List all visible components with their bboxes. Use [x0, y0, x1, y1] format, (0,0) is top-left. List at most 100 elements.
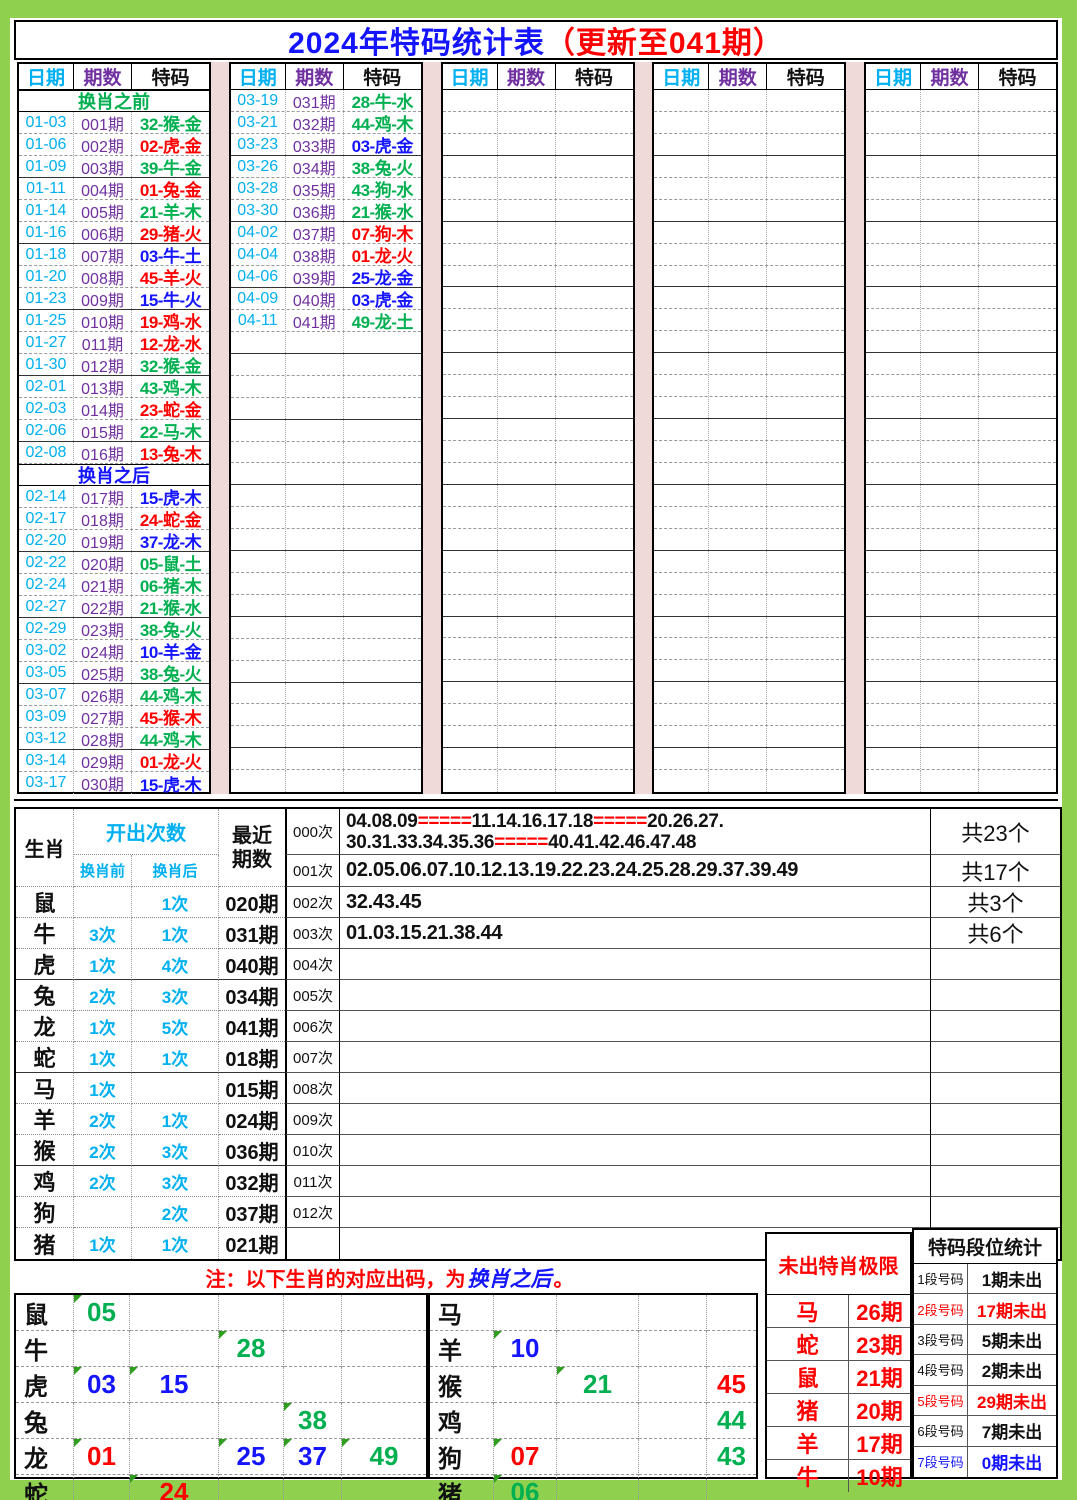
- draw-row: 02-20019期37-龙-木: [19, 530, 209, 552]
- period-header: 期数: [74, 64, 132, 89]
- draw-date: [866, 529, 921, 550]
- number-cell: [707, 1331, 756, 1367]
- stats-zodiac-name: 牛: [16, 918, 74, 949]
- freq-numbers: 01.03.15.21.38.44: [339, 918, 930, 949]
- draw-row: [443, 419, 633, 441]
- draw-code: [344, 485, 421, 506]
- draw-row: 02-22020期05-鼠-土: [19, 552, 209, 574]
- draw-code: [979, 638, 1056, 659]
- code-header: 特码: [556, 64, 633, 89]
- draw-code: [979, 419, 1056, 440]
- draw-date: [443, 595, 498, 616]
- draw-period: [498, 200, 556, 221]
- stats-recent-period: 015期: [219, 1073, 285, 1104]
- freq-numbers: 02.05.06.07.10.12.13.19.22.23.24.25.28.2…: [339, 855, 930, 887]
- draw-period: [709, 222, 767, 243]
- draw-date: [866, 244, 921, 265]
- draw-period: 011期: [74, 332, 132, 353]
- number-cell: 45: [707, 1367, 756, 1403]
- draw-date: [654, 638, 709, 659]
- draw-period: 012期: [74, 354, 132, 375]
- period-header: 期数: [709, 64, 767, 89]
- draw-code: 03-牛-土: [132, 244, 209, 265]
- freq-total: [930, 1042, 1060, 1073]
- group-header: 日期期数特码: [443, 64, 633, 90]
- number-cell: 25: [219, 1439, 284, 1475]
- draw-date: [654, 90, 709, 111]
- note: 注：以下生肖的对应出码，为换肖之后。: [14, 1262, 765, 1293]
- draw-period: [498, 331, 556, 352]
- draw-period: [286, 485, 344, 506]
- stats-after-header: 换肖后: [132, 855, 219, 887]
- draw-period: [498, 244, 556, 265]
- draw-date: [443, 134, 498, 155]
- draw-period: 003期: [74, 156, 132, 177]
- draw-row: [443, 551, 633, 573]
- draw-date: 01-09: [19, 156, 74, 177]
- draw-code: [979, 309, 1056, 330]
- draw-code: [556, 397, 633, 418]
- stats-zodiac-header: 生肖: [16, 809, 74, 887]
- draw-code: [979, 660, 1056, 681]
- segment-label: 2段号码: [914, 1294, 968, 1324]
- draw-date: [866, 638, 921, 659]
- draw-row: 01-16006期29-猪-火: [19, 222, 209, 244]
- number-cell: 43: [707, 1439, 756, 1475]
- draw-row: [866, 573, 1056, 595]
- draw-period: [921, 595, 979, 616]
- draw-code: 01-龙-火: [344, 244, 421, 265]
- freq-number-lines: 02.05.06.07.10.12.13.19.22.23.24.25.28.2…: [346, 860, 798, 881]
- number-cell: [284, 1331, 342, 1367]
- freq-total: 共17个: [930, 855, 1060, 887]
- draw-date: 03-28: [231, 178, 286, 199]
- draw-code: [767, 441, 844, 462]
- draw-date: 03-23: [231, 134, 286, 155]
- draw-code: [979, 682, 1056, 703]
- draw-date: [443, 331, 498, 352]
- draw-period: [921, 134, 979, 155]
- draw-code: 29-猪-火: [132, 222, 209, 243]
- draw-code: [344, 661, 421, 682]
- draw-date: [231, 485, 286, 506]
- draw-code: 38-兔-火: [132, 618, 209, 639]
- draw-period: [709, 595, 767, 616]
- number-cell: [639, 1475, 707, 1500]
- draw-period: 013期: [74, 376, 132, 397]
- draw-date: [654, 507, 709, 528]
- draw-date: [443, 529, 498, 550]
- draw-period: [921, 726, 979, 747]
- draw-row: [654, 244, 844, 266]
- draw-code: 07-狗-木: [344, 222, 421, 243]
- draw-date: [231, 683, 286, 704]
- draw-date: [654, 617, 709, 638]
- group-header: 日期期数特码: [19, 64, 209, 90]
- draw-date: [654, 419, 709, 440]
- draw-row: [443, 638, 633, 660]
- number-cell: [707, 1475, 756, 1500]
- limit-zodiac: 猪: [767, 1394, 849, 1427]
- draw-row: 02-17018期24-蛇-金: [19, 508, 209, 530]
- draw-row: 03-30036期21-猴-水: [231, 200, 421, 222]
- freq-number-lines: 32.43.45: [346, 892, 421, 913]
- draw-period: [498, 660, 556, 681]
- draw-row: [654, 485, 844, 507]
- draw-period: [286, 726, 344, 747]
- draw-date: 04-11: [231, 310, 286, 331]
- draw-row: [231, 529, 421, 551]
- draw-row: [654, 287, 844, 309]
- page-title-update: （更新至041期）: [545, 18, 784, 62]
- zodiac-cell: 龙: [16, 1439, 74, 1475]
- draw-date: [443, 704, 498, 725]
- draw-code: [979, 595, 1056, 616]
- draw-date: [231, 551, 286, 572]
- draw-period: [921, 551, 979, 572]
- segment-label: 5段号码: [914, 1386, 968, 1416]
- draw-code: [767, 309, 844, 330]
- draw-row: 02-27022期21-猴-水: [19, 596, 209, 618]
- group-header: 日期期数特码: [866, 64, 1056, 90]
- draw-row: 03-17030期15-虎-木: [19, 772, 209, 794]
- draw-code: [979, 353, 1056, 374]
- segments-title: 特码段位统计: [914, 1230, 1056, 1264]
- draw-period: [498, 682, 556, 703]
- draw-period: [709, 331, 767, 352]
